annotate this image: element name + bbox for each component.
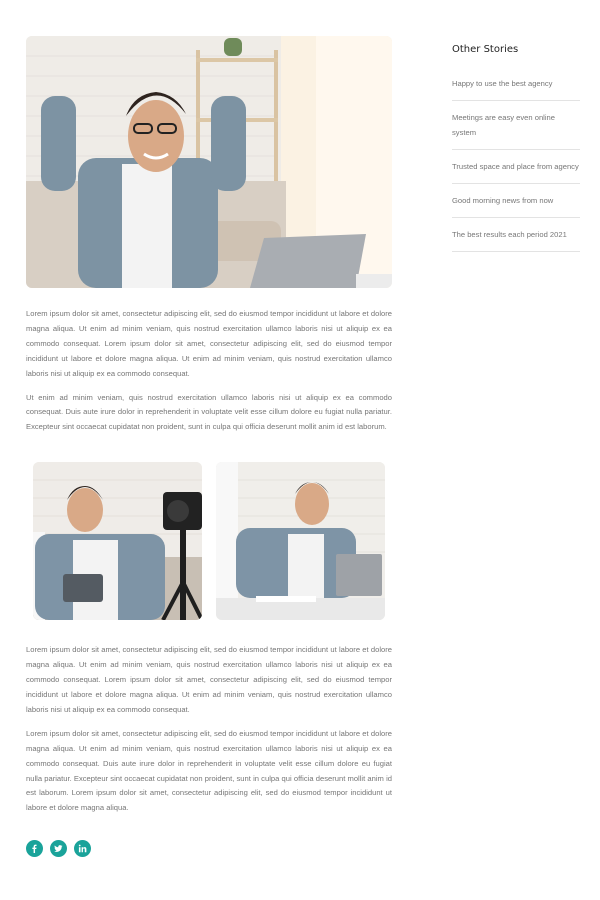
hero-image xyxy=(26,36,392,288)
article-paragraph: Ut enim ad minim veniam, quis nostrud ex… xyxy=(26,392,392,432)
facebook-icon[interactable] xyxy=(26,840,43,858)
hero-photo-illustration xyxy=(26,36,392,288)
image-gallery xyxy=(26,462,392,622)
tablet-photo-illustration xyxy=(33,462,202,621)
sidebar-title: Other Stories xyxy=(452,44,519,55)
story-link[interactable]: Meetings are easy even online system xyxy=(452,101,580,150)
sidebar: Other Stories Happy to use the best agen… xyxy=(452,36,580,252)
gallery-image-tablet xyxy=(33,462,202,621)
gallery-image-laptop xyxy=(216,462,385,621)
story-list: Happy to use the best agency Meetings ar… xyxy=(452,67,580,252)
twitter-icon[interactable] xyxy=(50,840,67,858)
social-share-bar xyxy=(26,840,392,858)
story-link[interactable]: Good morning news from now xyxy=(452,184,580,218)
story-link[interactable]: The best results each period 2021 xyxy=(452,218,580,252)
article-main: Lorem ipsum dolor sit amet, consectetur … xyxy=(26,36,392,858)
article-paragraph: Lorem ipsum dolor sit amet, consectetur … xyxy=(26,309,392,378)
linkedin-icon[interactable] xyxy=(74,840,91,858)
story-link[interactable]: Happy to use the best agency xyxy=(452,67,580,101)
laptop-photo-illustration xyxy=(216,462,385,621)
article-paragraph: Lorem ipsum dolor sit amet, consectetur … xyxy=(26,728,392,813)
article-paragraph: Lorem ipsum dolor sit amet, consectetur … xyxy=(26,645,392,714)
story-link[interactable]: Trusted space and place from agency xyxy=(452,150,580,184)
